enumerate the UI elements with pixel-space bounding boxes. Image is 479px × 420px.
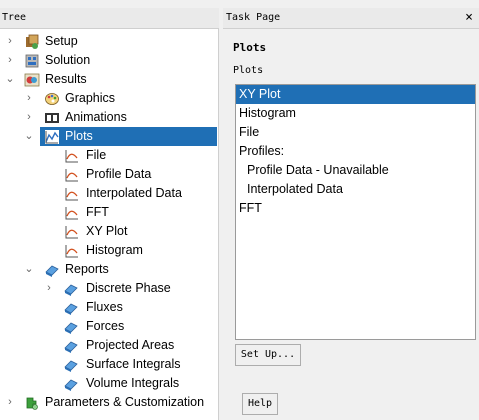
list-item-histogram[interactable]: Histogram (236, 104, 475, 123)
chevron-down-icon[interactable]: ⌄ (5, 70, 15, 89)
tree-item-label: Interpolated Data (86, 186, 182, 200)
tree-item-label: Volume Integrals (86, 376, 180, 390)
tree-item-label: Parameters & Customization (45, 395, 205, 409)
tree-item-label: Forces (86, 319, 125, 333)
tree-item-discrete-phase[interactable]: › Discrete Phase (0, 279, 218, 298)
tree-item-interpolated-data[interactable]: Interpolated Data (0, 184, 218, 203)
tree-item-label: Reports (65, 262, 109, 276)
tree-item-label: Graphics (65, 91, 116, 105)
tree-item-label: Plots (65, 129, 93, 143)
tree-item-setup[interactable]: › Setup (0, 32, 218, 51)
tree-item-xy-plot[interactable]: XY Plot (0, 222, 218, 241)
list-item-profiles[interactable]: Profiles: (236, 142, 475, 161)
reports-icon (45, 265, 59, 277)
plot-curve-icon (65, 207, 78, 220)
report-item-icon (64, 284, 78, 296)
plot-curve-icon (65, 188, 78, 201)
tree-item-label: Setup (45, 34, 78, 48)
report-item-icon (64, 379, 78, 391)
tree-item-projected-areas[interactable]: Projected Areas (0, 336, 218, 355)
tree-item-solution[interactable]: › Solution (0, 51, 218, 70)
close-icon[interactable]: × (465, 8, 473, 28)
list-item-file[interactable]: File (236, 123, 475, 142)
tree-item-volume-integrals[interactable]: Volume Integrals (0, 374, 218, 393)
tree-item-parameters-customization[interactable]: › Parameters & Customization (0, 393, 218, 412)
tree-item-results[interactable]: ⌄ Results (0, 70, 218, 89)
chevron-right-icon[interactable]: › (24, 108, 34, 127)
help-button[interactable]: Help (242, 393, 278, 415)
tree-item-forces[interactable]: Forces (0, 317, 218, 336)
tree-item-label: Results (45, 72, 87, 86)
set-up-button[interactable]: Set Up... (235, 344, 301, 366)
list-item-profile-data-unavailable[interactable]: Profile Data - Unavailable (236, 161, 475, 180)
tree-view: › Setup › Solution ⌄ Results › Graphics … (0, 29, 219, 420)
tree-item-animations[interactable]: › Animations (0, 108, 218, 127)
setup-icon (26, 34, 39, 49)
tree-item-surface-integrals[interactable]: Surface Integrals (0, 355, 218, 374)
tree-item-label: Discrete Phase (86, 281, 171, 295)
tree-item-label: Animations (65, 110, 127, 124)
animations-icon (45, 113, 59, 123)
parameters-icon (26, 397, 38, 410)
tree-item-fluxes[interactable]: Fluxes (0, 298, 218, 317)
chevron-right-icon[interactable]: › (5, 51, 15, 70)
plot-curve-icon (65, 245, 78, 258)
tree-item-reports[interactable]: ⌄ Reports (0, 260, 218, 279)
results-icon (24, 73, 40, 87)
tree-item-label: Profile Data (86, 167, 152, 181)
tree-panel: Tree › Setup › Solution ⌄ Results › Grap… (0, 8, 219, 420)
graphics-icon (45, 93, 59, 105)
list-item-interpolated-data[interactable]: Interpolated Data (236, 180, 475, 199)
report-item-icon (64, 360, 78, 372)
report-item-icon (64, 322, 78, 334)
task-page-header: Task Page × (223, 8, 479, 29)
report-item-icon (64, 303, 78, 315)
tree-item-fft[interactable]: FFT (0, 203, 218, 222)
tree-item-plots[interactable]: ⌄ Plots (0, 127, 218, 146)
plot-type-list[interactable]: XY Plot Histogram File Profiles: Profile… (235, 84, 476, 340)
chevron-right-icon[interactable]: › (24, 89, 34, 108)
chevron-right-icon[interactable]: › (44, 279, 54, 298)
chevron-down-icon[interactable]: ⌄ (24, 260, 34, 279)
tree-item-graphics[interactable]: › Graphics (0, 89, 218, 108)
plot-curve-icon (65, 226, 78, 239)
tree-item-profile-data[interactable]: Profile Data (0, 165, 218, 184)
solution-icon (25, 54, 39, 68)
chevron-down-icon[interactable]: ⌄ (24, 127, 34, 146)
tree-item-label: Histogram (86, 243, 143, 257)
plots-icon (45, 130, 59, 144)
tree-item-label: Surface Integrals (86, 357, 181, 371)
plot-curve-icon (65, 150, 78, 163)
task-page-panel: Task Page × Plots Plots XY Plot Histogra… (223, 8, 479, 420)
tree-item-file[interactable]: File (0, 146, 218, 165)
list-item-fft[interactable]: FFT (236, 199, 475, 218)
chevron-right-icon[interactable]: › (5, 32, 15, 51)
list-item-xy-plot[interactable]: XY Plot (236, 85, 475, 104)
tree-item-histogram[interactable]: Histogram (0, 241, 218, 260)
tree-item-label: Fluxes (86, 300, 123, 314)
list-label: Plots (233, 65, 264, 76)
task-page-title: Task Page (226, 12, 281, 23)
tree-item-label: XY Plot (86, 224, 128, 238)
plot-curve-icon (65, 169, 78, 182)
report-item-icon (64, 341, 78, 353)
page-title: Plots (233, 41, 267, 54)
tree-item-label: File (86, 148, 107, 162)
tree-item-label: FFT (86, 205, 109, 219)
tree-item-label: Solution (45, 53, 91, 67)
tree-item-label: Projected Areas (86, 338, 175, 352)
chevron-right-icon[interactable]: › (5, 393, 15, 412)
tree-panel-title: Tree (0, 8, 219, 29)
